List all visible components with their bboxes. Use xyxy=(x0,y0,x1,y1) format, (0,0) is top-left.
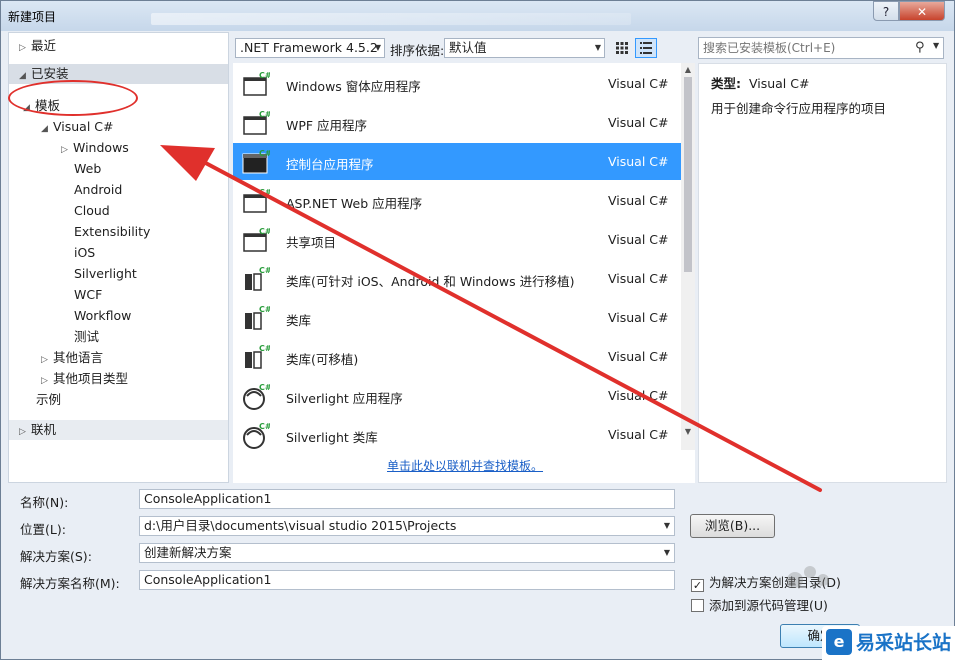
site-watermark: e 易采站长站 xyxy=(822,626,955,660)
baidu-watermark xyxy=(787,566,829,588)
site-name: 易采站长站 xyxy=(856,632,952,654)
site-logo-icon: e xyxy=(826,629,852,655)
